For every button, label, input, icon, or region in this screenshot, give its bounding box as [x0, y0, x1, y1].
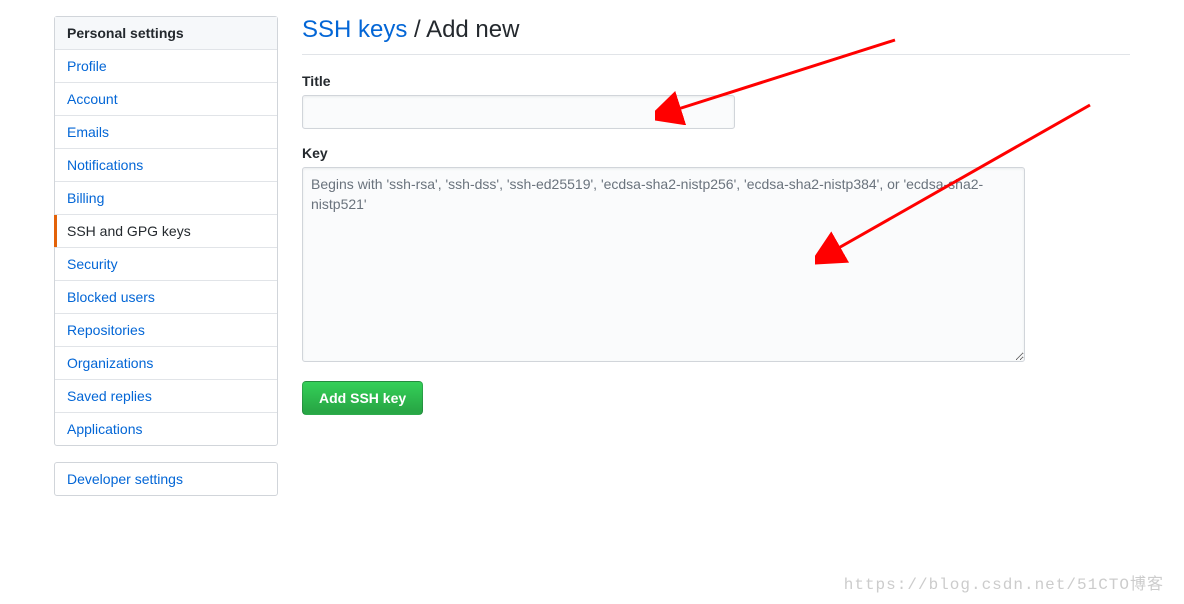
breadcrumb-current: Add new	[426, 16, 519, 43]
key-textarea[interactable]	[302, 167, 1025, 362]
key-label: Key	[302, 145, 1130, 161]
sidebar-item-account[interactable]: Account	[55, 83, 277, 116]
sidebar-item-profile[interactable]: Profile	[55, 50, 277, 83]
settings-sidebar: Personal settings Profile Account Emails…	[54, 16, 278, 512]
developer-settings-menu: Developer settings	[54, 462, 278, 496]
breadcrumb-link[interactable]: SSH keys	[302, 16, 407, 43]
sidebar-item-billing[interactable]: Billing	[55, 182, 277, 215]
title-form-group: Title	[302, 73, 1130, 129]
key-form-group: Key	[302, 145, 1130, 365]
add-ssh-key-button[interactable]: Add SSH key	[302, 381, 423, 415]
sidebar-item-repositories[interactable]: Repositories	[55, 314, 277, 347]
page-title: SSH keys / Add new	[302, 16, 1130, 44]
personal-settings-menu: Personal settings Profile Account Emails…	[54, 16, 278, 446]
sidebar-item-ssh-gpg-keys[interactable]: SSH and GPG keys	[55, 215, 277, 248]
menu-heading: Personal settings	[55, 17, 277, 50]
page-subhead: SSH keys / Add new	[302, 16, 1130, 55]
sidebar-item-notifications[interactable]: Notifications	[55, 149, 277, 182]
title-label: Title	[302, 73, 1130, 89]
watermark: https://blog.csdn.net/51CTO博客	[844, 570, 1164, 594]
breadcrumb-sep: /	[407, 16, 426, 43]
sidebar-item-blocked-users[interactable]: Blocked users	[55, 281, 277, 314]
sidebar-item-developer-settings[interactable]: Developer settings	[55, 463, 277, 495]
main-content: SSH keys / Add new Title Key Add SSH key	[302, 16, 1184, 512]
sidebar-item-saved-replies[interactable]: Saved replies	[55, 380, 277, 413]
title-input[interactable]	[302, 95, 735, 129]
sidebar-item-applications[interactable]: Applications	[55, 413, 277, 445]
sidebar-item-emails[interactable]: Emails	[55, 116, 277, 149]
sidebar-item-organizations[interactable]: Organizations	[55, 347, 277, 380]
sidebar-item-security[interactable]: Security	[55, 248, 277, 281]
